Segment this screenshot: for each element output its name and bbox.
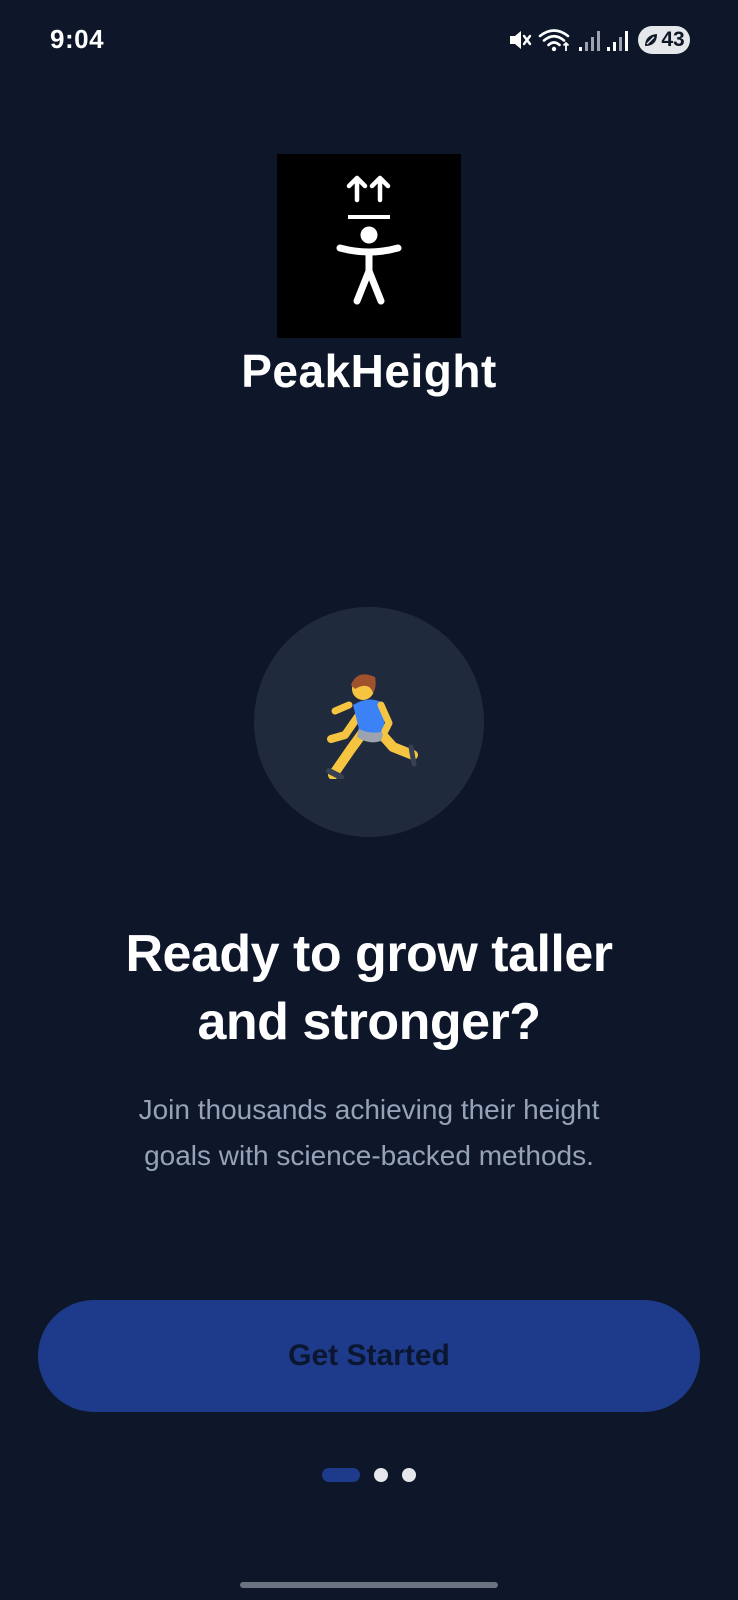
headline-line: Ready to grow taller bbox=[125, 925, 614, 983]
wifi-icon bbox=[538, 27, 572, 53]
subtext: Join thousands achieving their height go… bbox=[80, 1087, 658, 1179]
mute-icon bbox=[506, 27, 532, 53]
headline: Ready to grow taller and stronger? bbox=[40, 920, 698, 1056]
hero-illustration bbox=[254, 607, 484, 837]
subtext-line: Join thousands achieving their height bbox=[138, 1094, 600, 1125]
page-indicator bbox=[0, 1468, 738, 1482]
status-icons: 43 bbox=[506, 26, 690, 54]
battery-indicator: 43 bbox=[638, 26, 690, 54]
battery-saver-icon bbox=[645, 34, 658, 46]
height-growth-icon bbox=[336, 175, 402, 305]
headline-line: and stronger? bbox=[197, 993, 541, 1051]
battery-level: 43 bbox=[661, 28, 685, 51]
page-dot[interactable] bbox=[402, 1468, 416, 1482]
person-running-icon bbox=[326, 674, 418, 779]
status-bar: 9:04 43 bbox=[0, 0, 738, 84]
home-indicator[interactable] bbox=[240, 1582, 498, 1588]
page-dot[interactable] bbox=[374, 1468, 388, 1482]
page-dot-active[interactable] bbox=[322, 1468, 360, 1482]
app-name: PeakHeight bbox=[241, 345, 497, 397]
subtext-line: goals with science-backed methods. bbox=[144, 1140, 594, 1171]
signal-icon bbox=[606, 28, 628, 52]
signal-icon bbox=[578, 28, 600, 52]
status-time: 9:04 bbox=[50, 24, 105, 54]
get-started-button[interactable]: Get Started bbox=[38, 1300, 700, 1412]
app-logo bbox=[277, 154, 461, 338]
